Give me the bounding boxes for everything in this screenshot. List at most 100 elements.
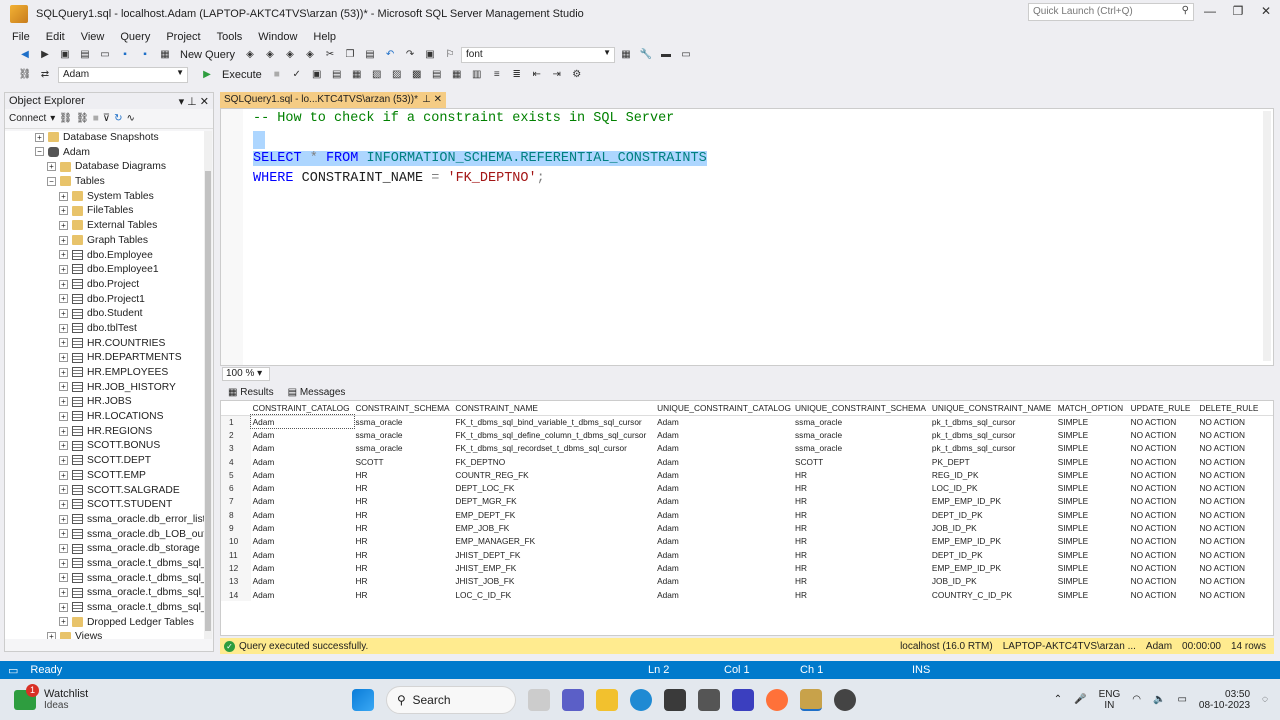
row-number[interactable]: 8: [221, 508, 251, 522]
table-cell[interactable]: HR: [354, 495, 454, 508]
table-cell[interactable]: LOC_C_ID_FK: [453, 588, 655, 601]
teams-icon[interactable]: [562, 688, 584, 711]
undo-icon[interactable]: ↶: [383, 48, 397, 62]
table-cell[interactable]: Adam: [251, 535, 354, 548]
table-cell[interactable]: HR: [354, 521, 454, 534]
menu-window[interactable]: Window: [250, 31, 305, 43]
solution-icon[interactable]: ▣: [423, 48, 437, 62]
chevron-down-icon[interactable]: ▾: [50, 113, 55, 124]
notifications-icon[interactable]: ◌: [1262, 694, 1268, 705]
zoom-combo[interactable]: 100 % ▾: [222, 367, 270, 381]
dmx-icon[interactable]: ◈: [263, 48, 277, 62]
wrench-icon[interactable]: 🔧: [639, 48, 653, 62]
table-row[interactable]: 11 Adam HR JHIST_DEPT_FK Adam HR DEPT_ID_PK SIM…: [221, 547, 1273, 562]
expand-icon[interactable]: +: [59, 191, 68, 201]
collapse-icon[interactable]: −: [47, 176, 56, 186]
connect-button[interactable]: Connect: [9, 113, 46, 124]
expand-icon[interactable]: +: [59, 235, 68, 245]
table-row[interactable]: 8 Adam HR EMP_DEPT_FK Adam HR DEPT_ID_PK SIMPLE…: [221, 508, 1273, 522]
dax-icon[interactable]: ◈: [303, 48, 317, 62]
tree-node[interactable]: + ssma_oracle.db_storage: [5, 542, 205, 557]
tree-node[interactable]: + HR.JOB_HISTORY: [5, 381, 205, 396]
table-cell[interactable]: NO ACTION: [1197, 481, 1273, 494]
watchlist-widget[interactable]: 1 Watchlist Ideas: [14, 683, 314, 711]
activity-monitor-icon[interactable]: ∿: [126, 113, 134, 124]
table-cell[interactable]: EMP_JOB_FK: [453, 521, 655, 534]
table-cell[interactable]: COUNTRY_C_ID_PK: [930, 588, 1056, 601]
table-cell[interactable]: FK_t_dbms_sql_define_column_t_dbms_sql_c…: [453, 428, 655, 441]
redo-icon[interactable]: ↷: [403, 48, 417, 62]
save-icon[interactable]: ▪: [118, 48, 132, 62]
table-cell[interactable]: Adam: [655, 521, 793, 534]
row-number[interactable]: 7: [221, 494, 251, 509]
table-cell[interactable]: HR: [793, 481, 930, 494]
paste-icon[interactable]: ▤: [363, 48, 377, 62]
expand-icon[interactable]: +: [59, 367, 68, 377]
table-cell[interactable]: HR: [354, 481, 454, 494]
table-row[interactable]: 4 Adam SCOTT FK_DEPTNO Adam SCOTT PK_DEPT SIMPL…: [221, 454, 1273, 469]
tree-node[interactable]: − Adam: [5, 146, 205, 161]
tree-node[interactable]: + Dropped Ledger Tables: [5, 616, 205, 631]
table-cell[interactable]: Adam: [655, 468, 793, 481]
task-view-icon[interactable]: [528, 688, 550, 711]
expand-icon[interactable]: +: [59, 294, 68, 304]
table-cell[interactable]: pk_t_dbms_sql_cursor: [930, 415, 1056, 428]
table-cell[interactable]: DEPT_LOC_FK: [453, 481, 655, 494]
table-cell[interactable]: SIMPLE: [1056, 521, 1129, 534]
tree-node[interactable]: + System Tables: [5, 190, 205, 205]
toolbox-icon[interactable]: ▬: [659, 48, 673, 62]
clock[interactable]: 03:50 08-10-2023: [1199, 689, 1250, 711]
table-row[interactable]: 9 Adam HR EMP_JOB_FK Adam HR JOB_ID_PK SIMPLE NO…: [221, 521, 1273, 535]
expand-icon[interactable]: +: [59, 455, 68, 465]
table-cell[interactable]: Adam: [655, 415, 793, 428]
table-cell[interactable]: PK_DEPT: [930, 455, 1056, 468]
table-cell[interactable]: SIMPLE: [1056, 495, 1129, 508]
menu-query[interactable]: Query: [112, 31, 158, 43]
table-row[interactable]: 5 Adam HR COUNTR_REG_FK Adam HR REG_ID_PK SIMPL…: [221, 468, 1273, 482]
forward-icon[interactable]: ▶: [38, 48, 52, 62]
estimated-plan-icon[interactable]: ▣: [310, 68, 324, 82]
table-cell[interactable]: SIMPLE: [1056, 415, 1129, 428]
new-query-button[interactable]: New Query: [180, 49, 235, 61]
table-row[interactable]: 10 Adam HR EMP_MANAGER_FK Adam HR EMP_EMP_ID_P…: [221, 534, 1273, 548]
minimize-button[interactable]: —: [1196, 4, 1224, 22]
table-cell[interactable]: NO ACTION: [1129, 428, 1198, 441]
table-cell[interactable]: Adam: [251, 521, 354, 534]
tree-node[interactable]: + Database Diagrams: [5, 160, 205, 175]
visual-studio-icon[interactable]: [732, 688, 754, 711]
query-editor[interactable]: -- How to check if a constraint exists i…: [220, 108, 1274, 366]
expand-icon[interactable]: +: [59, 206, 68, 216]
specify-values-icon[interactable]: ⚙: [570, 68, 584, 82]
new-file-icon[interactable]: ▤: [78, 48, 92, 62]
tree-node[interactable]: − Tables: [5, 175, 205, 190]
table-cell[interactable]: Adam: [251, 455, 354, 468]
store-icon[interactable]: [664, 688, 686, 711]
table-cell[interactable]: ssma_oracle: [354, 428, 454, 441]
tab-results[interactable]: ▦ Results: [228, 387, 274, 398]
comment-icon[interactable]: ≡: [490, 68, 504, 82]
table-cell[interactable]: HR: [354, 575, 454, 588]
table-cell[interactable]: Adam: [655, 508, 793, 521]
table-cell[interactable]: NO ACTION: [1129, 588, 1198, 601]
table-cell[interactable]: NO ACTION: [1197, 442, 1273, 455]
tree-node[interactable]: + ssma_oracle.t_dbms_sql_c: [5, 572, 205, 587]
table-cell[interactable]: ssma_oracle: [793, 415, 930, 428]
tree-node[interactable]: + Graph Tables: [5, 234, 205, 249]
tree-node[interactable]: + dbo.Employee1: [5, 263, 205, 278]
table-cell[interactable]: Adam: [655, 455, 793, 468]
table-cell[interactable]: HR: [793, 535, 930, 548]
menu-tools[interactable]: Tools: [209, 31, 251, 43]
table-cell[interactable]: SIMPLE: [1056, 535, 1129, 548]
row-number[interactable]: 10: [221, 534, 251, 548]
tab-messages[interactable]: ▤ Messages: [288, 387, 346, 398]
stop-icon[interactable]: ■: [270, 68, 284, 82]
back-icon[interactable]: ◀: [18, 48, 32, 62]
save-all-icon[interactable]: ▪: [138, 48, 152, 62]
table-cell[interactable]: Adam: [251, 548, 354, 561]
database-combo[interactable]: Adam ▼: [58, 67, 188, 83]
column-header[interactable]: CONSTRAINT_CATALOG: [250, 401, 354, 416]
find-combo[interactable]: font ▼: [461, 47, 616, 63]
table-cell[interactable]: COUNTR_REG_FK: [453, 468, 655, 481]
expand-icon[interactable]: +: [59, 411, 68, 421]
quick-launch-input[interactable]: Quick Launch (Ctrl+Q) ⚲: [1028, 3, 1194, 21]
